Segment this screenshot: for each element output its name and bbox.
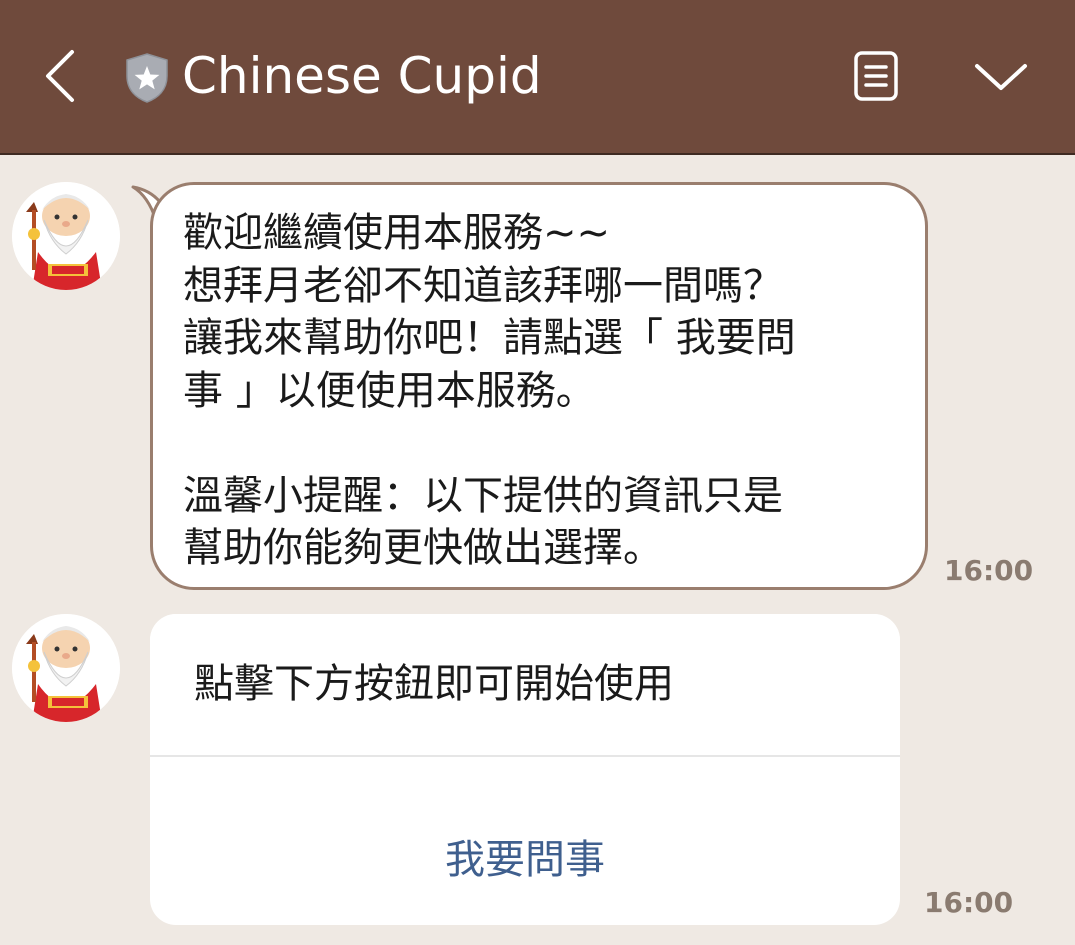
old-man-avatar-icon: [12, 182, 120, 290]
message-line-blank: [183, 417, 895, 470]
card-body: 點擊下方按鈕即可開始使用: [150, 614, 900, 756]
ask-question-button[interactable]: 我要問事: [150, 757, 900, 925]
message-line: 歡迎繼續使用本服務~~: [183, 210, 611, 256]
chat-header: Chinese Cupid: [0, 0, 1075, 155]
message-line: 想拜月老卻不知道該拜哪一間嗎？: [183, 262, 783, 309]
sender-avatar[interactable]: [12, 182, 120, 290]
ask-question-button-label: 我要問事: [445, 837, 605, 883]
old-man-avatar-icon: [12, 614, 120, 722]
chevron-down-icon: [975, 64, 1027, 90]
message-line: 幫助你能夠更快做出選擇。: [183, 525, 663, 571]
message-bubble: 歡迎繼續使用本服務~~ 想拜月老卻不知道該拜哪一間嗎？ 讓我來幫助你吧！請點選「…: [150, 182, 928, 590]
message-time: 16:00: [944, 554, 1034, 587]
message-time: 16:00: [924, 886, 1014, 919]
chat-title: Chinese Cupid: [182, 47, 542, 105]
chevron-left-icon: [46, 50, 74, 102]
message-line: 事 」以便使用本服務。: [183, 367, 596, 414]
notes-button[interactable]: [846, 46, 906, 106]
template-message-card: 點擊下方按鈕即可開始使用 我要問事: [150, 614, 900, 925]
message-line: 讓我來幫助你吧！請點選「 我要問: [183, 315, 796, 361]
card-text: 點擊下方按鈕即可開始使用: [194, 661, 674, 707]
shield-star-icon: [124, 52, 170, 104]
back-button[interactable]: [30, 40, 90, 112]
menu-toggle-button[interactable]: [966, 46, 1036, 106]
sender-avatar[interactable]: [12, 614, 120, 722]
message-line: 溫馨小提醒：以下提供的資訊只是: [183, 472, 783, 519]
note-list-icon: [854, 51, 898, 101]
